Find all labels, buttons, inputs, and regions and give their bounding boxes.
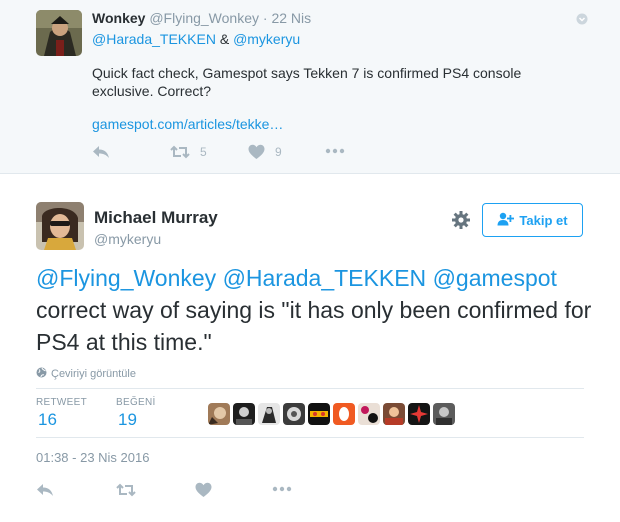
tweet-date-sep: · [262,10,268,26]
liker-avatar[interactable] [358,403,380,425]
like-stat-count[interactable]: 19 [118,410,137,430]
mention-link[interactable]: @Harada_TEKKEN [92,31,216,47]
globe-icon [36,367,47,381]
liker-avatar[interactable] [383,403,405,425]
more-icon [325,148,345,154]
retweet-icon [116,482,136,498]
reply-icon [36,482,54,498]
retweet-stat-count[interactable]: 16 [38,410,57,430]
follow-label: Takip et [519,212,568,228]
article-link[interactable]: gamespot.com/articles/tekke… [92,116,283,132]
liker-avatar[interactable] [308,403,330,425]
more-icon [272,486,292,492]
reply-button[interactable] [36,482,54,498]
liker-avatar[interactable] [433,403,455,425]
heart-icon [195,482,212,498]
mention-link[interactable]: @Flying_Wonkey [36,265,216,291]
like-button[interactable]: 9 [248,144,282,160]
gear-icon[interactable] [451,210,471,230]
retweet-button[interactable]: 5 [170,144,207,160]
tweet-text: @Flying_Wonkey @Harada_TEKKEN @gamespot … [36,262,596,358]
caret-down-icon[interactable] [576,12,588,25]
author-avatar[interactable] [36,10,82,56]
tweet-actions [36,482,596,500]
reply-context: @Harada_TEKKEN & @mykeryu [92,31,300,47]
tweet-body-text: correct way of saying is "it has only be… [36,297,592,355]
retweet-button[interactable] [116,482,136,498]
like-button[interactable] [195,482,212,498]
mention-link[interactable]: @gamespot [433,265,557,291]
mention-link[interactable]: @mykeryu [233,31,300,47]
translate-link[interactable]: Çeviriyi görüntüle [36,367,136,381]
reply-separator: & [215,31,234,47]
author-name[interactable]: Wonkey [92,10,145,26]
liker-avatar[interactable] [333,403,355,425]
retweet-count: 5 [200,145,207,159]
more-button[interactable] [272,486,292,492]
liker-avatar[interactable] [408,403,430,425]
liker-avatar[interactable] [233,403,255,425]
more-button[interactable] [325,148,345,154]
mention-link[interactable]: @Harada_TEKKEN [223,265,427,291]
like-count: 9 [275,145,282,159]
translate-label: Çeviriyi görüntüle [51,368,136,380]
parent-tweet[interactable]: Wonkey @Flying_Wonkey · 22 Nis @Harada_T… [0,0,620,174]
author-name[interactable]: Michael Murray [94,208,218,228]
heart-icon [248,144,265,160]
retweet-stat-label: RETWEET [36,397,87,408]
retweet-icon [170,144,190,160]
tweet-text: Quick fact check, Gamespot says Tekken 7… [92,65,522,99]
reply-icon [92,144,110,160]
reply-button[interactable] [92,144,110,160]
author-handle[interactable]: @mykeryu [94,231,161,247]
like-stat-label: BEĞENİ [116,397,156,408]
liker-avatar[interactable] [283,403,305,425]
author-avatar[interactable] [36,202,84,250]
liker-avatar[interactable] [208,403,230,425]
tweet-timestamp[interactable]: 01:38 - 23 Nis 2016 [36,450,149,465]
author-handle[interactable]: @Flying_Wonkey [149,10,259,26]
tweet-header: Wonkey @Flying_Wonkey · 22 Nis [92,10,311,26]
tweet-date[interactable]: 22 Nis [271,10,311,26]
tweet-stats: RETWEET 16 BEĞENİ 19 [36,388,584,438]
follow-icon [497,212,515,229]
liker-avatar[interactable] [258,403,280,425]
follow-button[interactable]: Takip et [482,203,583,237]
